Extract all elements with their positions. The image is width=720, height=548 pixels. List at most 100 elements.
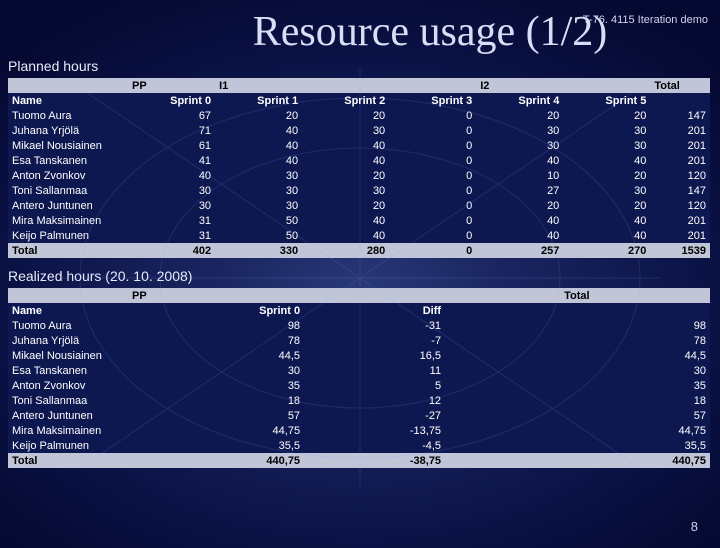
realized-col-header [503, 303, 532, 318]
total-cell: 270 [563, 243, 650, 258]
table-row: Mira Maksimainen31504004040201 [8, 213, 710, 228]
cell [474, 438, 503, 453]
total-cell: 402 [128, 243, 215, 258]
planned-col-header: Sprint 3 [389, 93, 476, 108]
table-row: Esa Tanskanen41404004040201 [8, 153, 710, 168]
planned-table: PPI1I2TotalNameSprint 0Sprint 1Sprint 2S… [8, 78, 710, 258]
cell: 30 [476, 123, 563, 138]
cell [445, 408, 474, 423]
cell: 20 [476, 108, 563, 123]
cell [474, 318, 503, 333]
total-cell: 440,75 [560, 453, 710, 468]
realized-col-header: Sprint 0 [128, 303, 304, 318]
planned-col-header: Sprint 0 [128, 93, 215, 108]
realized-col-header [560, 303, 710, 318]
cell: 30 [560, 363, 710, 378]
cell: 30 [302, 183, 389, 198]
cell [531, 408, 560, 423]
cell: 30 [128, 363, 304, 378]
cell: 18 [128, 393, 304, 408]
planned-group-header: Total [650, 78, 710, 93]
row-name: Esa Tanskanen [8, 363, 128, 378]
cell [474, 378, 503, 393]
row-name: Toni Sallanmaa [8, 393, 128, 408]
cell: 61 [128, 138, 215, 153]
cell: 57 [128, 408, 304, 423]
cell: 201 [650, 213, 710, 228]
cell: 120 [650, 168, 710, 183]
total-row: Total440,75-38,75440,75 [8, 453, 710, 468]
cell [531, 438, 560, 453]
cell [503, 423, 532, 438]
table-row: Keijo Palmunen31504004040201 [8, 228, 710, 243]
row-name: Tuomo Aura [8, 318, 128, 333]
total-cell: 330 [215, 243, 302, 258]
cell: -7 [304, 333, 445, 348]
planned-col-header [650, 93, 710, 108]
realized-group-header [474, 288, 503, 303]
cell [445, 423, 474, 438]
cell: 11 [304, 363, 445, 378]
cell: 120 [650, 198, 710, 213]
row-name: Anton Zvonkov [8, 168, 128, 183]
cell: 78 [128, 333, 304, 348]
cell: 40 [476, 213, 563, 228]
realized-group-header [531, 288, 560, 303]
cell [531, 318, 560, 333]
planned-group-header [302, 78, 389, 93]
cell [503, 333, 532, 348]
cell: 40 [563, 153, 650, 168]
cell: 0 [389, 228, 476, 243]
total-label: Total [8, 453, 128, 468]
table-row: Mikael Nousiainen44,516,544,5 [8, 348, 710, 363]
total-cell: 257 [476, 243, 563, 258]
realized-col-header [474, 303, 503, 318]
cell: 27 [476, 183, 563, 198]
cell: 40 [563, 228, 650, 243]
cell [474, 333, 503, 348]
cell [503, 408, 532, 423]
cell [445, 378, 474, 393]
cell [531, 423, 560, 438]
planned-col-header: Sprint 2 [302, 93, 389, 108]
cell: 35 [560, 378, 710, 393]
cell: 71 [128, 123, 215, 138]
cell: 30 [215, 183, 302, 198]
cell: 40 [215, 153, 302, 168]
realized-group-header: PP [128, 288, 304, 303]
table-row: Mikael Nousiainen61404003030201 [8, 138, 710, 153]
realized-table-wrap: PPTotalNameSprint 0DiffTuomo Aura98-3198… [8, 288, 712, 468]
cell [445, 438, 474, 453]
cell: 201 [650, 153, 710, 168]
realized-col-header [531, 303, 560, 318]
planned-section-label: Planned hours [8, 58, 720, 74]
cell: 0 [389, 138, 476, 153]
cell: 40 [563, 213, 650, 228]
cell: 40 [302, 153, 389, 168]
cell: 40 [215, 123, 302, 138]
total-label: Total [8, 243, 128, 258]
cell: 30 [302, 123, 389, 138]
total-cell: -38,75 [304, 453, 445, 468]
cell: 35 [128, 378, 304, 393]
table-row: Juhana Yrjölä78-778 [8, 333, 710, 348]
cell: 16,5 [304, 348, 445, 363]
cell: 0 [389, 153, 476, 168]
cell [474, 393, 503, 408]
cell: 57 [560, 408, 710, 423]
planned-group-header: I1 [215, 78, 302, 93]
realized-group-header: Total [560, 288, 710, 303]
cell: 0 [389, 183, 476, 198]
cell: 98 [128, 318, 304, 333]
planned-table-wrap: PPI1I2TotalNameSprint 0Sprint 1Sprint 2S… [8, 78, 712, 258]
cell: 35,5 [560, 438, 710, 453]
row-name: Juhana Yrjölä [8, 123, 128, 138]
cell: 30 [476, 138, 563, 153]
cell: 40 [302, 138, 389, 153]
cell [531, 348, 560, 363]
table-row: Tuomo Aura67202002020147 [8, 108, 710, 123]
cell: 31 [128, 213, 215, 228]
realized-group-header [8, 288, 128, 303]
course-label: T-76. 4115 Iteration demo [583, 14, 708, 26]
cell: 0 [389, 213, 476, 228]
